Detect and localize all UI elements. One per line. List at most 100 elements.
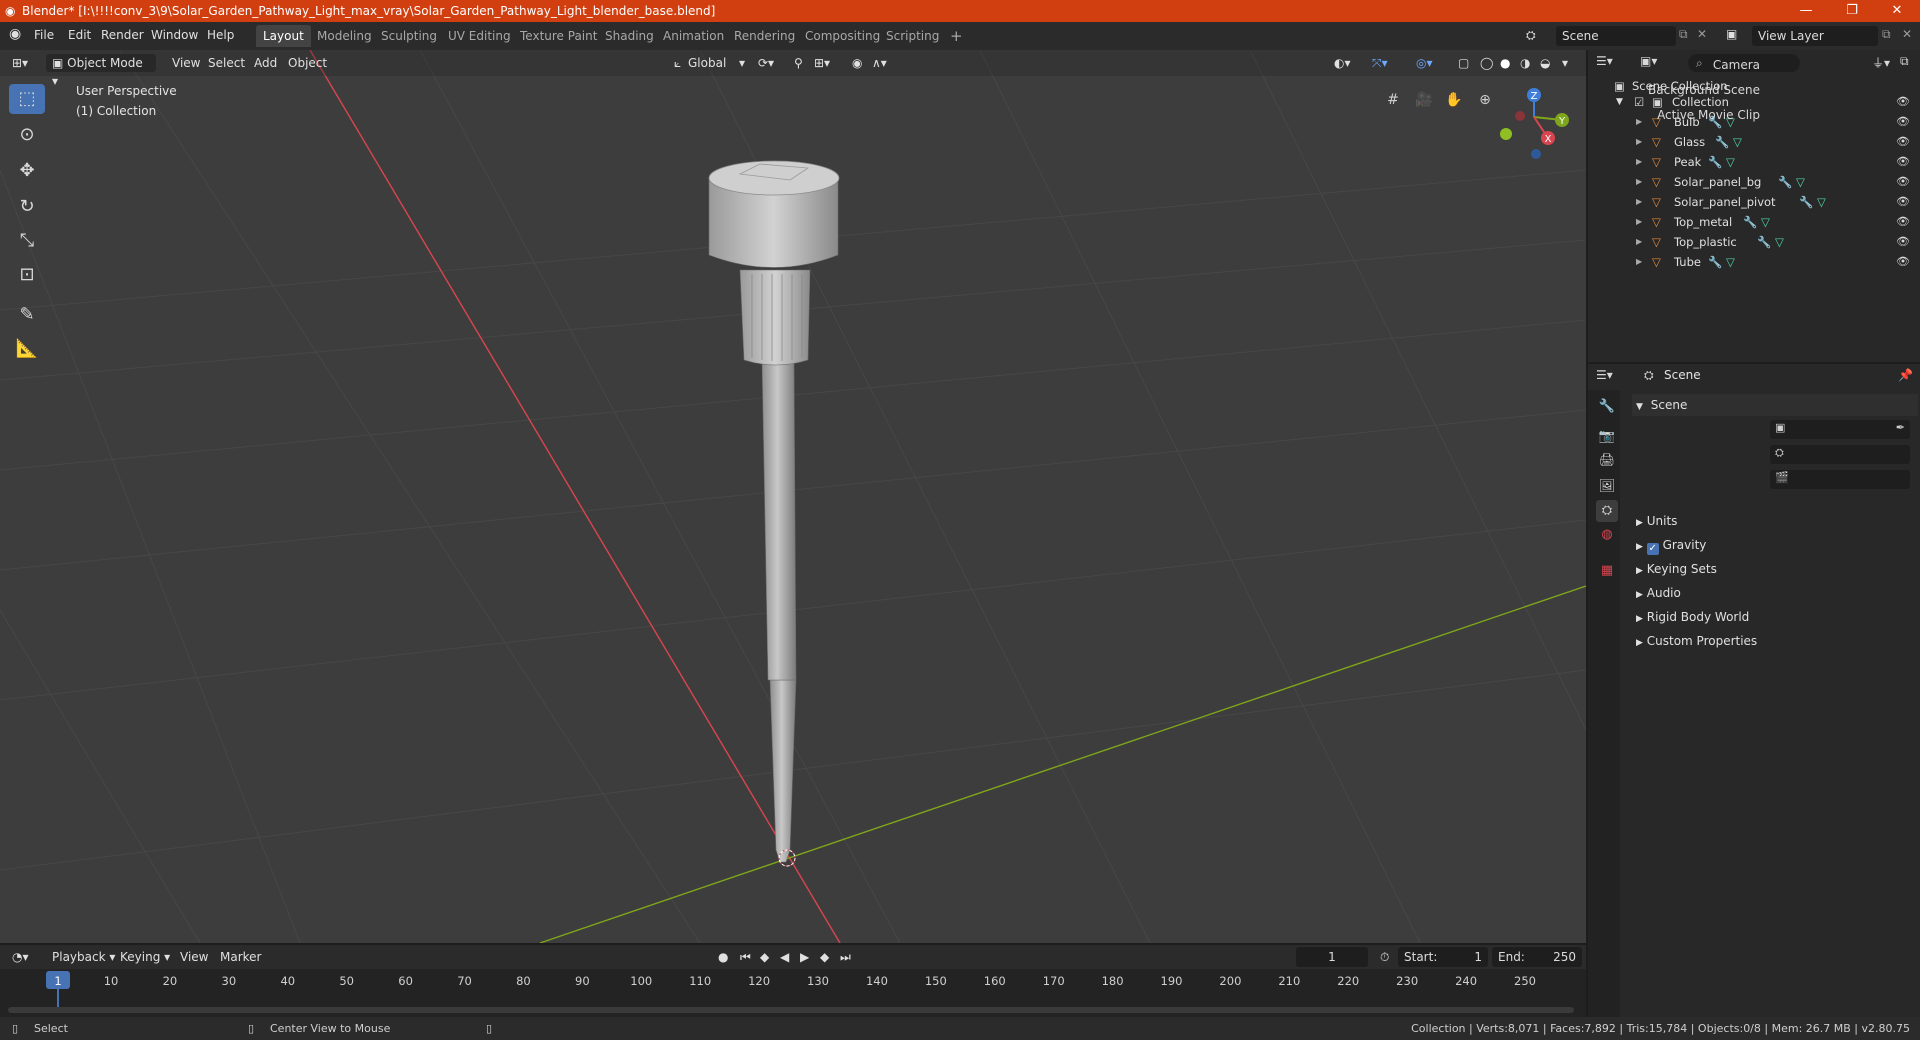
modifier-wrench-icon[interactable]: 🔧: [1799, 192, 1813, 212]
new-collection-icon[interactable]: ⧉: [1900, 54, 1909, 69]
rotate-tool-icon[interactable]: ↻: [9, 192, 45, 222]
shading-options-icon[interactable]: ▾: [1556, 54, 1574, 72]
measure-tool-icon[interactable]: 📐: [9, 334, 45, 364]
neck-mesh[interactable]: [739, 269, 811, 366]
close-button[interactable]: ✕: [1874, 0, 1920, 22]
mesh-data-icon[interactable]: ▽: [1775, 232, 1784, 252]
orientation-selector[interactable]: Global: [682, 54, 732, 72]
maximize-button[interactable]: ❐: [1829, 0, 1875, 22]
expand-arrow-icon[interactable]: ▶: [1636, 172, 1642, 192]
menu-timeline-view[interactable]: View: [174, 948, 214, 966]
eye-icon[interactable]: 👁: [1896, 212, 1910, 232]
view-layer-tab-icon[interactable]: 🖼: [1596, 476, 1618, 498]
scene-selector[interactable]: Scene: [1556, 26, 1676, 46]
modifier-wrench-icon[interactable]: 🔧: [1708, 152, 1722, 172]
render-tab-icon[interactable]: 📷: [1596, 426, 1618, 448]
outliner-object-row[interactable]: ▶ ▽ Peak 🔧 ▽ 👁: [1588, 152, 1920, 172]
modifier-wrench-icon[interactable]: 🔧: [1715, 132, 1729, 152]
snap-icon[interactable]: ⚲: [788, 54, 809, 72]
tab-compositing[interactable]: Compositing: [798, 25, 887, 47]
gizmo-toggle-icon[interactable]: ⤧▾: [1366, 54, 1394, 72]
end-frame-field[interactable]: End: 250: [1492, 947, 1582, 967]
menu-edit[interactable]: Edit: [68, 28, 91, 42]
eye-icon[interactable]: 👁: [1896, 192, 1910, 212]
mesh-data-icon[interactable]: ▽: [1796, 172, 1805, 192]
xray-icon[interactable]: ▢: [1452, 54, 1475, 72]
tab-modeling[interactable]: Modeling: [310, 25, 379, 47]
modifier-wrench-icon[interactable]: 🔧: [1757, 232, 1771, 252]
modifier-wrench-icon[interactable]: 🔧: [1778, 172, 1792, 192]
eye-icon[interactable]: 👁: [1896, 92, 1910, 112]
snap-target-icon[interactable]: ⊞▾: [808, 54, 836, 72]
mesh-data-icon[interactable]: ▽: [1726, 252, 1735, 272]
menu-help[interactable]: Help: [207, 28, 234, 42]
eye-icon[interactable]: 👁: [1896, 232, 1910, 252]
jump-end-icon[interactable]: ⏭: [834, 948, 857, 966]
menu-window[interactable]: Window: [151, 28, 198, 42]
properties-editor-type-icon[interactable]: ☰▾: [1596, 368, 1613, 382]
tool-tab-icon[interactable]: 🔧: [1596, 396, 1618, 418]
expand-arrow-icon[interactable]: ▶: [1636, 212, 1642, 232]
remove-view-layer-icon[interactable]: ✕: [1902, 27, 1912, 41]
menu-marker[interactable]: Marker: [214, 948, 267, 966]
orientation-dropdown-icon[interactable]: ▾: [733, 54, 751, 72]
rigid-body-world-section[interactable]: ▶ Rigid Body World: [1632, 606, 1918, 628]
pan-hand-icon[interactable]: ✋: [1441, 87, 1467, 113]
mesh-data-icon[interactable]: ▽: [1733, 132, 1742, 152]
remove-scene-icon[interactable]: ✕: [1697, 27, 1707, 41]
menu-select[interactable]: Select: [202, 54, 251, 72]
new-view-layer-icon[interactable]: ⧉: [1882, 27, 1891, 42]
keying-sets-section[interactable]: ▶ Keying Sets: [1632, 558, 1918, 580]
tab-texture-paint[interactable]: Texture Paint: [513, 25, 604, 47]
mesh-data-icon[interactable]: ▽: [1726, 152, 1735, 172]
mesh-data-icon[interactable]: ▽: [1761, 212, 1770, 232]
navigation-gizmo[interactable]: Z Y X: [1500, 88, 1569, 159]
filter-icon[interactable]: ⏚▾: [1872, 54, 1890, 71]
pin-icon[interactable]: 📌: [1898, 368, 1913, 382]
eye-icon[interactable]: 👁: [1896, 132, 1910, 152]
blender-menu-icon[interactable]: ◉: [9, 26, 21, 42]
menu-render[interactable]: Render: [101, 28, 144, 42]
outliner-object-row[interactable]: ▶ ▽ Top_plastic 🔧 ▽ 👁: [1588, 232, 1920, 252]
expand-arrow-icon[interactable]: ▶: [1636, 132, 1642, 152]
gravity-checkbox[interactable]: ✓: [1646, 543, 1659, 555]
grid-view-icon[interactable]: #: [1380, 87, 1406, 113]
3d-viewport[interactable]: Z Y X ⊞▾ ▣ Object Mode ▾ View Select Add…: [0, 50, 1586, 943]
timeline-editor-type-icon[interactable]: ◔▾: [6, 948, 35, 966]
new-scene-icon[interactable]: ⧉: [1679, 27, 1688, 42]
outliner-object-row[interactable]: ▶ ▽ Solar_panel_bg 🔧 ▽ 👁: [1588, 172, 1920, 192]
minimize-button[interactable]: —: [1783, 0, 1829, 22]
expand-arrow-icon[interactable]: ▶: [1636, 252, 1642, 272]
play-icon[interactable]: ▶: [794, 948, 815, 966]
overlays-icon[interactable]: ◎▾: [1410, 54, 1439, 72]
tab-uv-editing[interactable]: UV Editing: [441, 25, 518, 47]
mode-selector[interactable]: ▣ Object Mode ▾: [46, 54, 156, 88]
eye-icon[interactable]: 👁: [1896, 152, 1910, 172]
expand-arrow-icon[interactable]: ▶: [1636, 192, 1642, 212]
camera-view-icon[interactable]: 🎥: [1411, 87, 1437, 113]
stopwatch-icon[interactable]: ⏱: [1374, 948, 1395, 966]
tab-rendering[interactable]: Rendering: [727, 25, 802, 47]
spike-mesh[interactable]: [769, 679, 797, 863]
eye-icon[interactable]: 👁: [1896, 112, 1910, 132]
output-tab-icon[interactable]: 🖨: [1596, 450, 1618, 472]
menu-add[interactable]: Add: [248, 54, 283, 72]
annotate-tool-icon[interactable]: ✎: [9, 300, 45, 330]
timeline-ruler[interactable]: 1 10 20 30 40 50 60 70 80 90 100 110 120 130 140 150 160…: [0, 969, 1586, 989]
world-tab-icon[interactable]: ◍: [1596, 524, 1618, 546]
tab-sculpting[interactable]: Sculpting: [374, 25, 444, 47]
active-movie-clip-field[interactable]: 🎬: [1770, 470, 1910, 489]
view-layer-selector[interactable]: View Layer: [1752, 26, 1878, 46]
record-icon[interactable]: ●: [712, 948, 734, 966]
tab-animation[interactable]: Animation: [656, 25, 731, 47]
tab-scripting[interactable]: Scripting: [879, 25, 946, 47]
scene-section-header[interactable]: ▼ Scene: [1632, 394, 1918, 416]
rendered-shading-icon[interactable]: ◒: [1534, 54, 1556, 72]
eye-icon[interactable]: 👁: [1896, 172, 1910, 192]
move-tool-icon[interactable]: ✥: [9, 156, 45, 186]
units-section[interactable]: ▶ Units: [1632, 510, 1918, 532]
eyedropper-icon[interactable]: ✒: [1896, 421, 1905, 434]
custom-properties-section[interactable]: ▶ Custom Properties: [1632, 630, 1918, 652]
tab-layout[interactable]: Layout: [256, 25, 311, 47]
gravity-section[interactable]: ▶ ✓ Gravity: [1632, 534, 1918, 556]
